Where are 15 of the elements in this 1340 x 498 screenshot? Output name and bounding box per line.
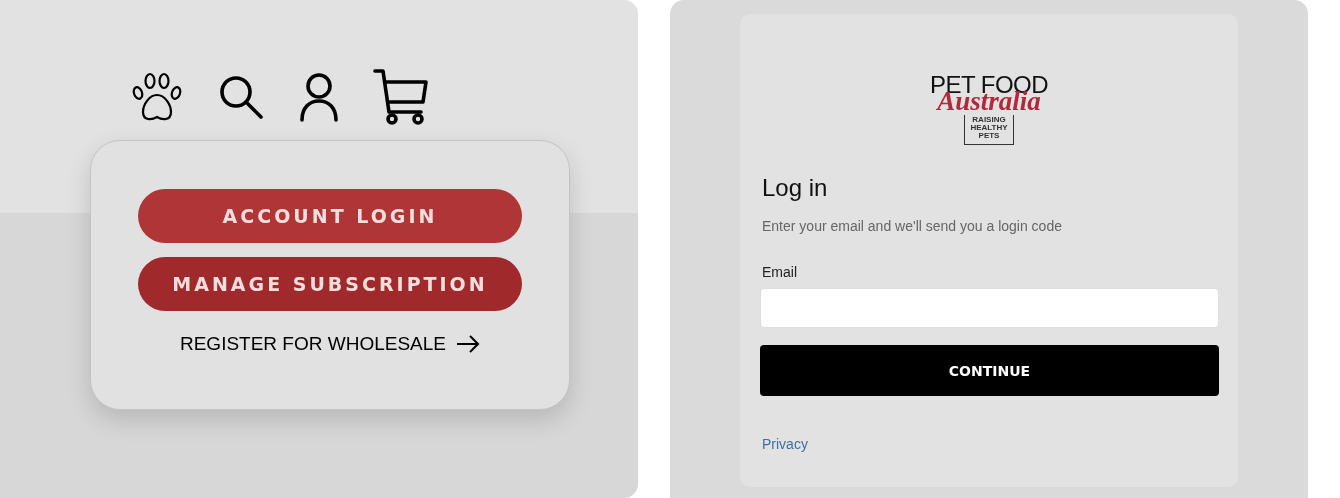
- email-field[interactable]: [760, 288, 1219, 328]
- login-title: Log in: [762, 174, 828, 202]
- paw-icon[interactable]: [131, 71, 183, 123]
- privacy-link[interactable]: Privacy: [762, 436, 808, 452]
- logo-tagline: RAISING HEALTHY PETS: [964, 115, 1014, 145]
- menu-button[interactable]: ACCOUNT LOGIN: [138, 189, 522, 243]
- continue-button[interactable]: CONTINUE: [760, 345, 1219, 396]
- login-subtitle: Enter your email and we'll send you a login code: [762, 218, 1062, 234]
- cart-icon[interactable]: [373, 68, 431, 126]
- user-icon[interactable]: [299, 72, 339, 122]
- menu-button[interactable]: MANAGE SUBSCRIPTION: [138, 257, 522, 311]
- register-link[interactable]: REGISTER FOR WHOLESALE: [179, 333, 480, 355]
- search-icon[interactable]: [217, 73, 265, 121]
- arrow-icon: [456, 334, 480, 354]
- email-label: Email: [762, 264, 797, 280]
